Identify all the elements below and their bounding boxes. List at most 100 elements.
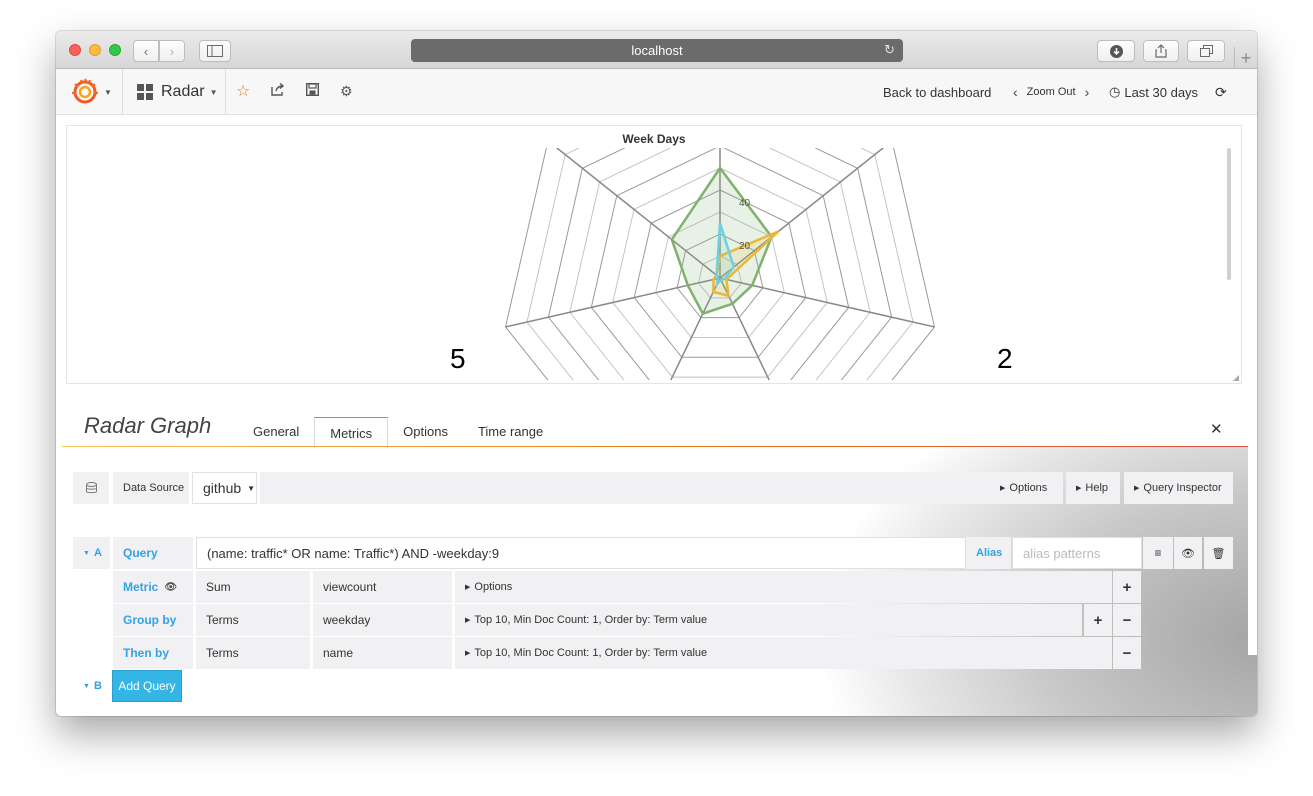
add-metric-button[interactable]: + — [1113, 571, 1141, 603]
query-menu-button[interactable]: ≡ — [1143, 537, 1173, 569]
radar-chart: 20 40 5 2 — [450, 148, 1013, 380]
reload-icon[interactable]: ↻ — [884, 42, 895, 58]
plus-icon: + — [1240, 47, 1252, 68]
close-window-button[interactable] — [69, 44, 81, 56]
panel-scrollbar[interactable] — [1227, 148, 1231, 280]
downloads-button[interactable] — [1097, 40, 1135, 62]
remove-query-button[interactable]: 🗑 — [1204, 537, 1233, 569]
dashboard-grid-icon — [137, 84, 153, 100]
star-icon[interactable]: ☆ — [236, 81, 250, 101]
grafana-navbar: ▼ Radar ▼ ☆ ⚙ Back to dashboard ‹ Zoom O… — [56, 69, 1257, 115]
metric-type-select[interactable]: Sum — [196, 571, 310, 603]
metric-label: Metric 👁 — [113, 571, 193, 603]
chevron-left-icon: ‹ — [143, 43, 149, 59]
tab-general[interactable]: General — [238, 416, 314, 447]
query-a-collapse[interactable]: ▼ A — [73, 537, 110, 569]
then-by-options-toggle[interactable]: ▶ Top 10, Min Doc Count: 1, Order by: Te… — [455, 637, 1112, 669]
axis-label: 5 — [450, 343, 466, 374]
query-options-button[interactable]: ▶ Options — [990, 472, 1063, 504]
help-button[interactable]: ▶ Help — [1066, 472, 1120, 504]
share-dashboard-icon[interactable] — [271, 82, 285, 99]
then-by-type-select[interactable]: Terms — [196, 637, 310, 669]
alias-input[interactable]: alias patterns — [1012, 537, 1142, 569]
group-by-options-toggle[interactable]: ▶ Top 10, Min Doc Count: 1, Order by: Te… — [455, 604, 1082, 636]
query-ref: B — [93, 680, 102, 692]
sidebar-icon — [207, 45, 223, 57]
save-icon[interactable] — [305, 82, 320, 99]
time-shift-back-icon[interactable]: ‹ — [1013, 84, 1018, 100]
browser-window: ‹ › localhost ↻ + ▼ Radar ▼ ☆ ⚙ Back to … — [56, 31, 1257, 716]
time-range-label: Last 30 days — [1124, 84, 1199, 100]
group-by-field-select[interactable]: weekday — [313, 604, 452, 636]
tab-time-range[interactable]: Time range — [463, 416, 558, 447]
minimize-window-button[interactable] — [89, 44, 101, 56]
then-by-field-select[interactable]: name — [313, 637, 452, 669]
page-scrollbar[interactable] — [1248, 115, 1257, 655]
ring-tick-label: 40 — [739, 198, 751, 209]
resize-handle-icon[interactable]: ◢ — [1233, 373, 1239, 382]
zoom-controls: ‹ Zoom Out › — [1004, 69, 1098, 115]
time-range-picker[interactable]: ◷ Last 30 days — [1109, 69, 1198, 115]
datasource-label: Data Source — [113, 472, 189, 504]
query-ref: A — [93, 547, 102, 559]
group-by-type-select[interactable]: Terms — [196, 604, 310, 636]
tabs-icon — [1199, 45, 1213, 57]
datasource-icon — [73, 472, 109, 504]
axis-label: 2 — [997, 343, 1013, 374]
toggle-query-button[interactable]: 👁 — [1174, 537, 1202, 569]
back-to-dashboard-button[interactable]: Back to dashboard — [883, 69, 991, 115]
download-icon — [1109, 44, 1123, 58]
caret-right-icon: ▶ — [1076, 485, 1082, 492]
query-input[interactable]: (name: traffic* OR name: Traffic*) AND -… — [196, 537, 966, 569]
close-editor-icon[interactable]: ✕ — [1210, 420, 1223, 438]
back-to-dashboard-label: Back to dashboard — [883, 84, 992, 100]
browser-forward-button[interactable]: › — [159, 40, 185, 62]
caret-down-icon: ▼ — [83, 682, 90, 690]
remove-bucket-button[interactable]: − — [1113, 604, 1141, 636]
group-by-label: Group by — [113, 604, 193, 636]
address-bar[interactable]: localhost ↻ — [411, 39, 903, 62]
caret-right-icon: ▶ — [465, 650, 471, 657]
help-label: Help — [1085, 482, 1109, 494]
menu-icon: ≡ — [1154, 546, 1162, 560]
metric-options-toggle[interactable]: ▶ Options — [455, 571, 1112, 603]
show-tabs-button[interactable] — [1187, 40, 1225, 62]
caret-down-icon: ▼ — [209, 87, 218, 97]
query-b-collapse[interactable]: ▼ B — [73, 670, 110, 702]
add-query-button[interactable]: Add Query — [112, 670, 182, 702]
query-inspector-label: Query Inspector — [1143, 482, 1222, 494]
browser-sidebar-button[interactable] — [199, 40, 231, 62]
grafana-menu-button[interactable]: ▼ — [56, 69, 123, 115]
add-bucket-button[interactable]: + — [1084, 604, 1112, 636]
minus-icon: − — [1122, 644, 1132, 662]
caret-down-icon: ▼ — [247, 483, 256, 493]
metric-label-text: Metric — [123, 580, 159, 594]
then-by-label: Then by — [113, 637, 193, 669]
zoom-window-button[interactable] — [109, 44, 121, 56]
browser-share-button[interactable] — [1143, 40, 1179, 62]
grafana-logo-icon — [72, 78, 98, 104]
gear-icon[interactable]: ⚙ — [340, 83, 353, 100]
new-tab-button[interactable]: + — [1234, 47, 1257, 69]
caret-down-icon: ▼ — [83, 549, 90, 557]
browser-back-button[interactable]: ‹ — [133, 40, 159, 62]
zoom-out-button[interactable]: Zoom Out — [1027, 86, 1076, 98]
refresh-button[interactable]: ⟳ — [1215, 69, 1227, 115]
datasource-value: github — [203, 480, 242, 496]
datasource-row-filler — [260, 472, 990, 504]
dashboard-picker[interactable]: Radar ▼ — [123, 69, 226, 115]
time-shift-forward-icon[interactable]: › — [1085, 84, 1090, 100]
address-text: localhost — [631, 43, 683, 58]
eye-icon[interactable]: 👁 — [164, 582, 177, 593]
tab-metrics[interactable]: Metrics — [314, 417, 389, 448]
caret-right-icon: ▶ — [1134, 485, 1140, 492]
remove-then-by-button[interactable]: − — [1113, 637, 1141, 669]
metric-field-select[interactable]: viewcount — [313, 571, 452, 603]
query-inspector-button[interactable]: ▶ Query Inspector — [1124, 472, 1233, 504]
chevron-right-icon: › — [169, 43, 175, 59]
share-icon — [1155, 44, 1167, 58]
tab-options[interactable]: Options — [388, 416, 463, 447]
caret-right-icon: ▶ — [465, 584, 471, 591]
radar-panel: Week Days 20 40 5 2 ◢ — [66, 125, 1242, 384]
datasource-select[interactable]: github ▼ — [192, 472, 257, 504]
